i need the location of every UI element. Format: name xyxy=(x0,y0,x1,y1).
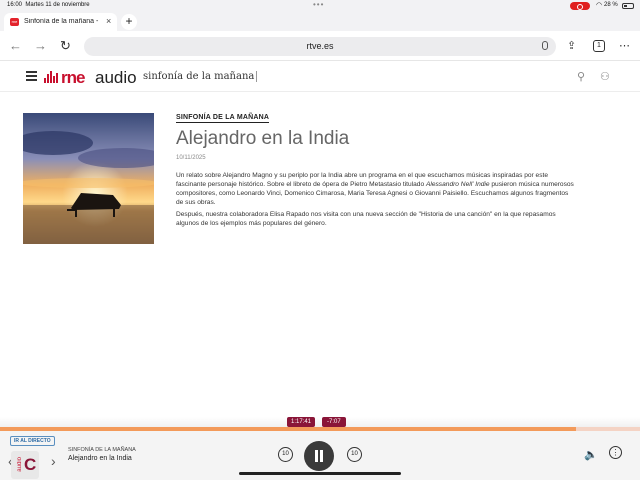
browser-toolbar: ← → ↻ rtve.es ⇪ 1 ⋯ xyxy=(0,31,640,61)
screen-recording-icon xyxy=(570,2,590,10)
next-arrow-icon[interactable]: › xyxy=(51,453,56,469)
elapsed-time: 1:17:41 xyxy=(287,417,316,427)
go-live-button[interactable]: IR AL DIRECTO xyxy=(10,436,55,446)
episode-title: Alejandro en la India xyxy=(176,128,350,149)
multitask-dots-icon[interactable]: ••• xyxy=(313,0,324,9)
address-bar[interactable]: rtve.es xyxy=(84,37,556,56)
program-logo: audio C xyxy=(11,451,39,479)
more-options-icon[interactable]: ⋯ xyxy=(619,39,630,52)
battery-level: 28 % xyxy=(604,2,618,8)
player-more-icon[interactable]: ⋮ xyxy=(609,446,622,459)
close-tab-icon[interactable]: × xyxy=(106,16,111,26)
reload-icon[interactable]: ↻ xyxy=(60,38,71,54)
battery-icon xyxy=(622,3,634,9)
forward-icon[interactable]: → xyxy=(34,38,47,53)
status-bar: 16:00 Martes 11 de noviembre ••• ◠ 28 % xyxy=(0,0,640,11)
remaining-time: -7:07 xyxy=(322,417,346,427)
tab-overview-button[interactable]: 1 xyxy=(593,40,605,52)
url-text: rtve.es xyxy=(306,41,334,51)
home-indicator xyxy=(239,472,401,475)
description-paragraph: Después, nuestra colaboradora Elisa Rapa… xyxy=(176,211,556,227)
user-icon[interactable]: ⚇ xyxy=(600,70,610,83)
player-controls: IR AL DIRECTO ‹ audio C › SINFONÍA DE LA… xyxy=(0,431,640,480)
program-subtitle: sinfonía de la mañana xyxy=(143,71,258,82)
logo-audio-text: audio xyxy=(95,68,137,87)
status-time: 16:00 Martes 11 de noviembre xyxy=(7,2,90,8)
logo-rne-text: rne xyxy=(61,68,85,87)
wifi-icon: ◠ xyxy=(596,2,603,9)
tab-title: Sinfonía de la mañana - xyxy=(24,18,99,25)
tab-bar: rne Sinfonía de la mañana - × + xyxy=(0,11,640,31)
pause-button[interactable] xyxy=(304,441,334,471)
site-header: rne audio sinfonía de la mañana ⚲ ⚇ xyxy=(0,62,640,92)
section-label[interactable]: SINFONÍA DE LA MAÑANA xyxy=(176,114,270,123)
menu-icon[interactable] xyxy=(26,71,37,81)
skip-forward-10-button[interactable]: 10 xyxy=(347,447,362,462)
episode-date: 10/11/2025 xyxy=(176,155,206,161)
browser-tab[interactable]: rne Sinfonía de la mañana - × xyxy=(4,13,117,31)
now-playing-program: SINFONÍA DE LA MAÑANA xyxy=(68,447,136,453)
volume-icon[interactable]: 🔈 xyxy=(584,448,598,461)
audio-player: 1:17:41 -7:07 IR AL DIRECTO ‹ audio C › … xyxy=(0,417,640,480)
episode-cover-image xyxy=(23,113,154,244)
rne-favicon-icon: rne xyxy=(10,18,19,26)
now-playing-title: Alejandro en la India xyxy=(68,455,132,462)
back-icon[interactable]: ← xyxy=(9,38,22,53)
share-icon[interactable]: ⇪ xyxy=(567,39,576,52)
new-tab-button[interactable]: + xyxy=(121,14,137,30)
microphone-icon[interactable] xyxy=(542,41,548,50)
logo-bars-icon xyxy=(44,71,60,83)
search-icon[interactable]: ⚲ xyxy=(577,70,585,83)
description-paragraph: Un relato sobre Alejandro Magno y su per… xyxy=(176,172,574,206)
skip-back-10-button[interactable]: 10 xyxy=(278,447,293,462)
episode-description: Un relato sobre Alejandro Magno y su per… xyxy=(176,171,576,231)
